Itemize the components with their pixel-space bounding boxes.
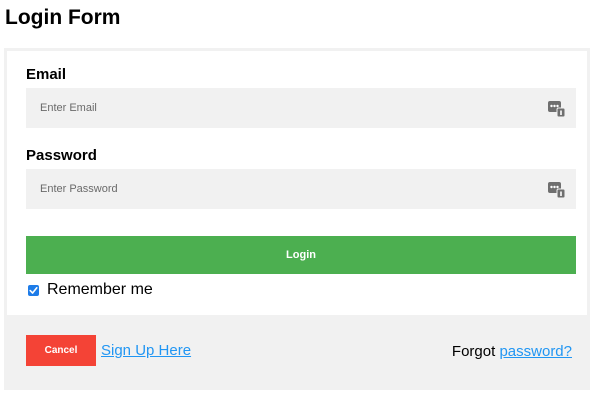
remember-me[interactable]: Remember me [28,281,153,299]
check-icon [29,286,38,294]
forgot-prefix: Forgot [451,343,496,360]
page-title: Login Form [5,6,121,29]
password-input[interactable] [26,169,576,209]
form-footer: Cancel Sign Up Here Forgot password? [7,315,587,390]
sign-up-link[interactable]: Sign Up Here [101,342,191,360]
login-button[interactable]: Login [26,236,576,274]
email-input[interactable] [26,88,576,128]
login-form: Email Password Login [4,48,590,390]
remember-checkbox[interactable] [28,284,39,296]
email-field-wrapper [26,88,576,128]
forgot-password-link[interactable]: password? [499,343,572,360]
forgot-password-text: Forgot password? [452,343,572,361]
password-label: Password [26,147,97,164]
cancel-button[interactable]: Cancel [26,335,96,366]
password-field-wrapper [26,169,576,209]
email-label: Email [26,66,67,83]
remember-label: Remember me [47,281,153,298]
form-body: Email Password Login [7,51,587,315]
key-fill-icon[interactable] [548,181,565,198]
key-fill-icon[interactable] [548,100,565,117]
